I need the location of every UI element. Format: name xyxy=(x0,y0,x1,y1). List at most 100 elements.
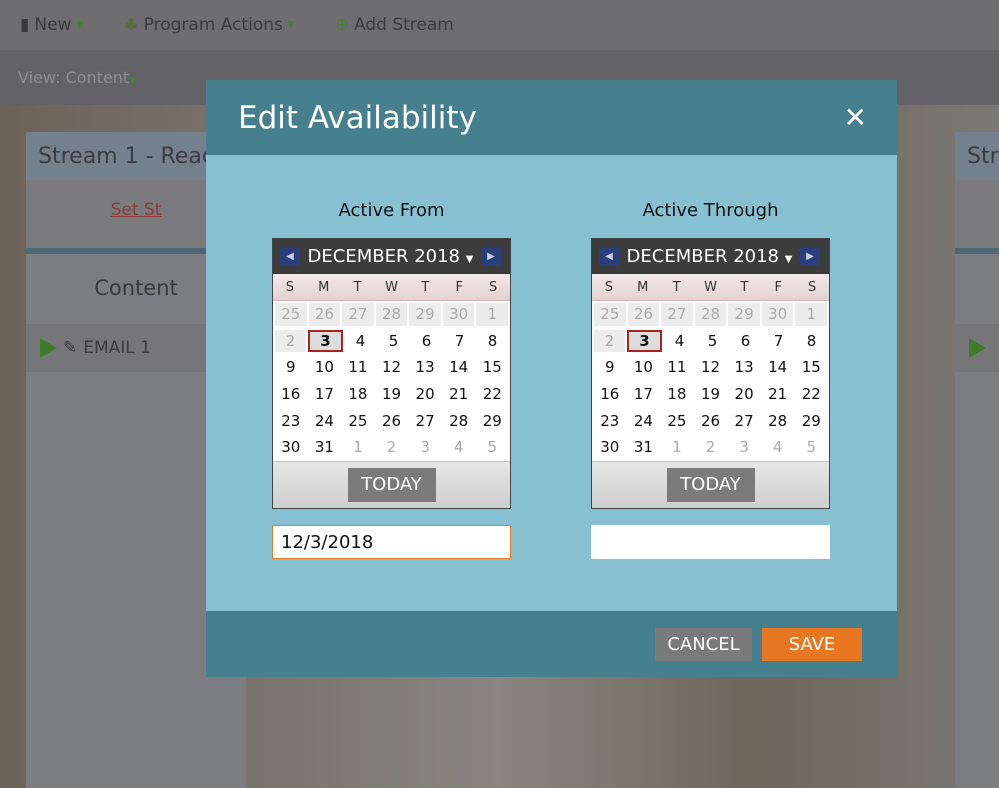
day-cell[interactable]: 3 xyxy=(409,436,441,459)
day-cell[interactable]: 11 xyxy=(342,356,374,379)
day-cell[interactable]: 6 xyxy=(730,330,761,353)
day-cell[interactable]: 9 xyxy=(594,356,626,379)
day-cell[interactable]: 13 xyxy=(728,356,760,379)
day-cell[interactable]: 3 xyxy=(728,436,760,459)
next-month-button[interactable]: ▶ xyxy=(481,247,501,266)
day-cell[interactable]: 24 xyxy=(309,410,341,433)
next-month-button[interactable]: ▶ xyxy=(800,247,820,266)
day-cell[interactable]: 16 xyxy=(275,383,307,406)
day-cell[interactable]: 28 xyxy=(694,303,727,326)
day-cell[interactable]: 23 xyxy=(594,410,626,433)
day-cell[interactable]: 21 xyxy=(443,383,475,406)
new-menu[interactable]: ▮ New ▼ xyxy=(20,15,83,35)
day-cell[interactable]: 13 xyxy=(409,356,441,379)
prev-month-button[interactable]: ◀ xyxy=(599,247,619,266)
day-cell[interactable]: 30 xyxy=(275,436,307,459)
day-cell[interactable]: 12 xyxy=(376,356,408,379)
day-cell[interactable]: 5 xyxy=(795,436,827,459)
day-cell[interactable]: 25 xyxy=(342,410,374,433)
active-through-input[interactable] xyxy=(591,525,830,560)
day-cell[interactable]: 31 xyxy=(309,436,341,459)
program-actions-menu[interactable]: ♣ Program Actions ▼ xyxy=(123,15,294,35)
day-cell[interactable]: 26 xyxy=(627,303,660,326)
day-cell[interactable]: 10 xyxy=(309,356,341,379)
day-cell[interactable]: 23 xyxy=(275,410,307,433)
day-cell[interactable]: 4 xyxy=(664,330,695,353)
day-cell[interactable]: 26 xyxy=(376,410,408,433)
today-button[interactable]: TODAY xyxy=(347,468,436,503)
active-from-input[interactable] xyxy=(272,525,511,560)
day-cell[interactable]: 27 xyxy=(409,410,441,433)
day-cell[interactable]: 28 xyxy=(375,303,408,326)
day-cell[interactable]: 3 xyxy=(627,329,662,353)
day-cell[interactable]: 15 xyxy=(476,356,508,379)
day-cell[interactable]: 22 xyxy=(795,383,827,406)
cancel-button[interactable]: CANCEL xyxy=(655,628,752,661)
day-cell[interactable]: 7 xyxy=(763,330,794,353)
day-cell[interactable]: 29 xyxy=(728,303,760,326)
day-cell[interactable]: 19 xyxy=(376,383,408,406)
day-cell[interactable]: 30 xyxy=(442,303,475,326)
day-cell[interactable]: 30 xyxy=(761,303,794,326)
day-cell[interactable]: 29 xyxy=(795,410,827,433)
day-cell[interactable]: 19 xyxy=(695,383,727,406)
day-cell[interactable]: 5 xyxy=(697,330,728,353)
day-cell[interactable]: 5 xyxy=(378,330,409,353)
day-cell[interactable]: 1 xyxy=(476,303,509,326)
day-cell[interactable]: 25 xyxy=(275,303,307,326)
day-cell[interactable]: 27 xyxy=(342,303,374,326)
day-cell[interactable]: 14 xyxy=(443,356,475,379)
day-cell[interactable]: 1 xyxy=(661,436,693,459)
month-selector[interactable]: DECEMBER 2018 ▼ xyxy=(300,246,481,267)
day-cell[interactable]: 4 xyxy=(762,436,794,459)
day-cell[interactable]: 8 xyxy=(477,330,508,353)
day-cell[interactable]: 29 xyxy=(476,410,508,433)
day-cell[interactable]: 5 xyxy=(476,436,508,459)
day-cell[interactable]: 31 xyxy=(628,436,660,459)
day-cell[interactable]: 8 xyxy=(796,330,827,353)
add-stream-button[interactable]: ⊕ Add Stream xyxy=(335,15,454,35)
day-cell[interactable]: 10 xyxy=(628,356,660,379)
day-cell[interactable]: 22 xyxy=(476,383,508,406)
day-cell[interactable]: 11 xyxy=(661,356,693,379)
day-cell[interactable]: 18 xyxy=(342,383,374,406)
day-cell[interactable]: 12 xyxy=(695,356,727,379)
day-cell[interactable]: 28 xyxy=(443,410,475,433)
day-cell[interactable]: 2 xyxy=(594,329,625,353)
set-stream-link[interactable]: Set St xyxy=(111,200,162,220)
day-cell[interactable]: 6 xyxy=(411,330,442,353)
day-cell[interactable]: 21 xyxy=(762,383,794,406)
prev-month-button[interactable]: ◀ xyxy=(280,247,300,266)
day-cell[interactable]: 17 xyxy=(309,383,341,406)
day-cell[interactable]: 24 xyxy=(628,410,660,433)
day-cell[interactable]: 18 xyxy=(661,383,693,406)
day-cell[interactable]: 29 xyxy=(409,303,441,326)
day-cell[interactable]: 4 xyxy=(443,436,475,459)
day-cell[interactable]: 1 xyxy=(342,436,374,459)
day-cell[interactable]: 27 xyxy=(728,410,760,433)
month-selector[interactable]: DECEMBER 2018 ▼ xyxy=(619,246,800,267)
save-button[interactable]: SAVE xyxy=(762,628,862,661)
day-cell[interactable]: 27 xyxy=(661,303,693,326)
day-cell[interactable]: 26 xyxy=(695,410,727,433)
day-cell[interactable]: 25 xyxy=(594,303,626,326)
day-cell[interactable]: 2 xyxy=(275,329,306,353)
day-cell[interactable]: 7 xyxy=(444,330,475,353)
day-cell[interactable]: 17 xyxy=(628,383,660,406)
day-cell[interactable]: 26 xyxy=(308,303,341,326)
day-cell[interactable]: 1 xyxy=(795,303,828,326)
day-cell[interactable]: 25 xyxy=(661,410,693,433)
close-icon[interactable]: ✕ xyxy=(844,101,867,134)
day-cell[interactable]: 14 xyxy=(762,356,794,379)
day-cell[interactable]: 20 xyxy=(728,383,760,406)
today-button[interactable]: TODAY xyxy=(666,468,755,503)
day-cell[interactable]: 20 xyxy=(409,383,441,406)
day-cell[interactable]: 30 xyxy=(594,436,626,459)
day-cell[interactable]: 9 xyxy=(275,356,307,379)
day-cell[interactable]: 2 xyxy=(376,436,408,459)
day-cell[interactable]: 3 xyxy=(308,329,343,353)
day-cell[interactable]: 15 xyxy=(795,356,827,379)
day-cell[interactable]: 16 xyxy=(594,383,626,406)
day-cell[interactable]: 2 xyxy=(695,436,727,459)
day-cell[interactable]: 28 xyxy=(762,410,794,433)
